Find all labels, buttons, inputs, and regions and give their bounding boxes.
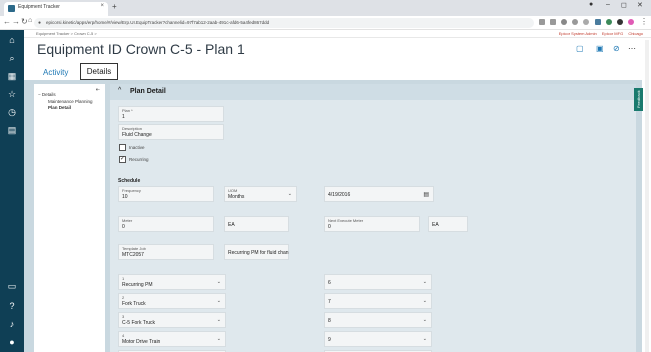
back-icon[interactable]: ← <box>3 17 11 26</box>
segment-9-select[interactable]: 9 ⌄ <box>324 331 432 347</box>
extension2-icon[interactable] <box>606 19 612 25</box>
segment-4-select[interactable]: 4 Motor Drive Train ⌄ <box>118 331 226 347</box>
chevron-down-icon: ⌄ <box>287 191 292 197</box>
browser-tab[interactable]: Equipment Tracker × <box>4 2 108 16</box>
lock-icon: ● <box>38 20 42 26</box>
tab-title: Equipment Tracker <box>18 4 60 10</box>
tab-activity[interactable]: Activity <box>43 68 68 77</box>
sidebar-header[interactable]: − Details <box>38 92 56 97</box>
app-top-bar: Equipment Tracker > Crown C-5 > Epicor S… <box>24 30 651 38</box>
more-options-icon[interactable]: ⋯ <box>628 44 636 53</box>
close-window-icon[interactable]: ✕ <box>637 1 643 9</box>
segment-7-select[interactable]: 7 ⌄ <box>324 293 432 309</box>
panel-header[interactable]: ^ Plan Detail <box>110 84 636 100</box>
save-icon[interactable]: ▣ <box>596 44 604 53</box>
app-nav-rail: ⌂ ⌕ ▦ ☆ ◷ ▤ ▭ ? ♪ ● <box>0 30 24 352</box>
recurring-label: Recurring <box>129 157 149 162</box>
extension-icon[interactable] <box>595 19 601 25</box>
sidebar-item-maintenance-planning[interactable]: Maintenance Planning <box>48 99 93 104</box>
details-sidebar: ⇤ − Details Maintenance Planning Plan De… <box>34 84 105 352</box>
home-icon[interactable]: ⌂ <box>28 17 32 24</box>
home-icon[interactable]: ⌂ <box>6 34 18 46</box>
meter-uom-field[interactable]: EA <box>224 216 289 232</box>
chevron-down-icon: ⌄ <box>422 279 427 285</box>
plan-field[interactable]: Plan * 1 <box>118 106 224 122</box>
system-link[interactable]: Epicor System Admin <box>559 31 597 36</box>
url-input[interactable]: ● epicorsi.kinetic/apps/erp/home/#/view/… <box>34 18 534 28</box>
minimize-icon[interactable]: – <box>606 1 610 8</box>
maximize-icon[interactable]: ◻ <box>621 1 627 9</box>
tab-details[interactable]: Details <box>80 63 118 80</box>
breadcrumb[interactable]: Equipment Tracker > Crown C-5 > <box>36 31 97 36</box>
inactive-label: Inactive <box>129 145 145 150</box>
sidebar-item-plan-detail[interactable]: Plan Detail <box>48 105 71 110</box>
tab-close-icon[interactable]: × <box>100 3 104 9</box>
dashboard-icon[interactable]: ▤ <box>6 124 18 136</box>
history-icon[interactable]: ◷ <box>6 106 18 118</box>
segment-1-select[interactable]: 1 Recurring PM ⌄ <box>118 274 226 290</box>
browser-menu-icon[interactable]: ⋮ <box>640 17 648 26</box>
profile-avatar-icon[interactable] <box>628 19 634 25</box>
inactive-checkbox[interactable] <box>119 144 126 151</box>
new-tab-icon[interactable]: + <box>112 2 117 11</box>
attachment-icon[interactable]: ⊘ <box>613 44 620 53</box>
chevron-down-icon: ⌄ <box>422 317 427 323</box>
system-links: Epicor System Admin Epicor MFG Chicago <box>555 31 643 36</box>
page-title: Equipment ID Crown C-5 - Plan 1 <box>37 41 245 57</box>
chevron-down-icon: ⌄ <box>216 336 221 342</box>
chevron-down-icon: ⌄ <box>216 317 221 323</box>
favorites-icon[interactable]: ☆ <box>6 88 18 100</box>
frequency-field[interactable]: Frequency 10 <box>118 186 214 202</box>
template-job-field[interactable]: Template Job MTC2057 <box>118 244 214 260</box>
feedback-tab[interactable]: Feedback <box>634 88 643 111</box>
chevron-down-icon: ⌄ <box>216 298 221 304</box>
system-link[interactable]: Epicor MFG <box>602 31 623 36</box>
apps-grid-icon[interactable]: ▦ <box>6 70 18 82</box>
user-icon[interactable]: ● <box>6 336 18 348</box>
zoom-icon[interactable] <box>572 19 578 25</box>
panel-title: Plan Detail <box>130 88 166 95</box>
template-description-field[interactable]: Recurring PM for fluid chan <box>224 244 289 260</box>
next-meter-uom-field[interactable]: EA <box>428 216 468 232</box>
uom-select[interactable]: UOM Months ⌄ <box>224 186 297 202</box>
chevron-down-icon: ⌄ <box>422 336 427 342</box>
chat-icon[interactable]: ▭ <box>6 280 18 292</box>
app-favicon-icon <box>8 5 15 12</box>
help-icon[interactable]: ? <box>6 300 18 312</box>
segment-3-select[interactable]: 3 C-5 Fork Truck ⌄ <box>118 312 226 328</box>
forward-icon[interactable]: → <box>12 17 20 26</box>
notifications-icon[interactable]: ♪ <box>6 318 18 330</box>
system-link[interactable]: Chicago <box>628 31 643 36</box>
segment-2-select[interactable]: 2 Fork Truck ⌄ <box>118 293 226 309</box>
new-record-icon[interactable]: ▢ <box>576 44 584 53</box>
date-field[interactable]: 4/19/2016 ▤ <box>324 186 434 202</box>
meter-field[interactable]: Meter 0 <box>118 216 214 232</box>
collapse-icon[interactable]: ⇤ <box>96 87 100 93</box>
calendar-icon[interactable]: ▤ <box>423 191 429 198</box>
next-execute-meter-field[interactable]: Next Execute Meter 0 <box>324 216 420 232</box>
browser-tab-bar: Equipment Tracker × + ● – ◻ ✕ <box>0 0 651 16</box>
profile-dot-icon: ● <box>589 1 594 8</box>
page-scrollbar[interactable] <box>645 40 649 352</box>
address-bar: ← → ↻ ⌂ ● epicorsi.kinetic/apps/erp/home… <box>0 16 651 30</box>
key-icon[interactable] <box>561 19 567 25</box>
recurring-checkbox[interactable]: ✓ <box>119 156 126 163</box>
chevron-down-icon: ⌄ <box>216 279 221 285</box>
schedule-heading: Schedule <box>118 178 141 184</box>
reload-icon[interactable]: ↻ <box>21 17 28 26</box>
description-field[interactable]: Description Fluid Change <box>118 124 224 140</box>
segment-6-select[interactable]: 6 ⌄ <box>324 274 432 290</box>
grid-icon[interactable] <box>550 19 556 25</box>
search-icon[interactable]: ⌕ <box>6 52 18 64</box>
cast-icon[interactable] <box>539 19 545 25</box>
star-icon[interactable] <box>583 19 589 25</box>
chevron-down-icon: ⌄ <box>422 298 427 304</box>
chevron-up-icon[interactable]: ^ <box>118 87 121 94</box>
segment-8-select[interactable]: 8 ⌄ <box>324 312 432 328</box>
puzzle-icon[interactable] <box>617 19 623 25</box>
